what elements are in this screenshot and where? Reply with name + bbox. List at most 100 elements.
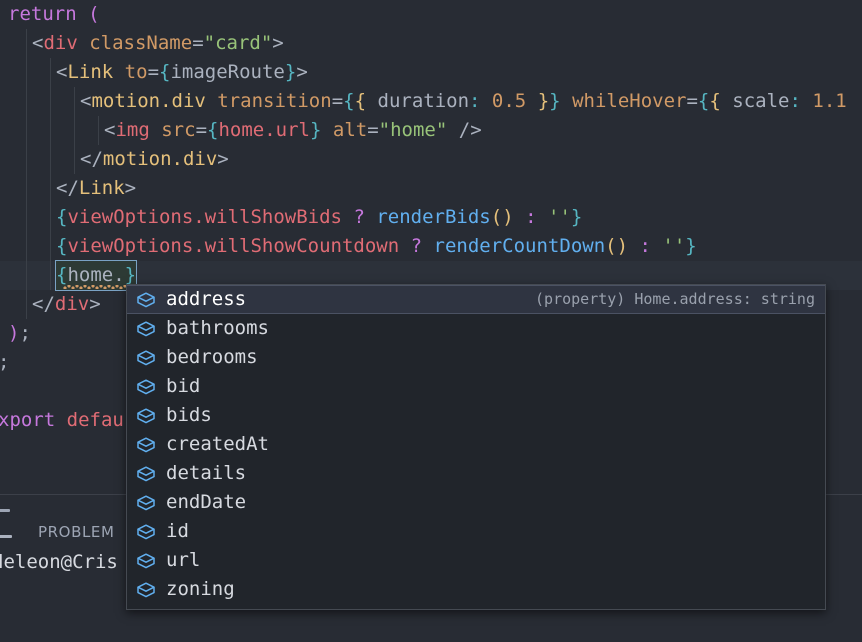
code-token: alt	[332, 119, 368, 141]
property-cube-icon	[135, 580, 157, 600]
code-line[interactable]: {viewOptions.willShowBids ? renderBids()…	[0, 203, 862, 232]
indent-guide	[50, 261, 51, 290]
property-cube-icon	[135, 464, 157, 484]
code-token: </	[56, 177, 79, 199]
code-token: =	[192, 32, 204, 54]
code-token: viewOptions.willShowBids	[67, 206, 342, 228]
editor-selection-box[interactable]: {home.}	[56, 261, 137, 290]
code-token: xport	[0, 409, 56, 431]
code-token: <	[80, 90, 92, 112]
code-token: =	[147, 61, 160, 83]
autocomplete-item[interactable]: address (property) Home.address: string	[127, 285, 825, 314]
code-token: :	[639, 235, 651, 257]
code-line-text: );	[8, 319, 31, 348]
autocomplete-item-label: endDate	[166, 491, 247, 513]
code-token: {	[56, 206, 68, 228]
code-token: return	[8, 3, 77, 25]
property-cube-icon	[135, 377, 157, 397]
code-line[interactable]: </motion.div>	[0, 145, 862, 174]
property-cube-icon	[135, 290, 157, 310]
indent-guide	[26, 87, 27, 116]
code-token: motion.div	[91, 90, 206, 112]
autocomplete-item-label: bedrooms	[166, 346, 258, 368]
indent-guide	[74, 87, 75, 116]
code-token: <	[32, 32, 44, 54]
autocomplete-item[interactable]: bedrooms	[127, 343, 825, 372]
code-token: :	[469, 90, 481, 112]
code-token: {	[56, 264, 68, 286]
code-token: ?	[353, 206, 365, 228]
code-token: imageRoute	[170, 61, 285, 83]
code-token: >	[217, 148, 229, 170]
code-line[interactable]: <div className="card">	[0, 29, 862, 58]
tab-problems[interactable]: PROBLEM	[38, 523, 115, 541]
code-line[interactable]: <img src={home.url} alt="home" />	[0, 116, 862, 145]
code-token: (	[88, 3, 100, 25]
autocomplete-item[interactable]: bathrooms	[127, 314, 825, 343]
vscode-window: return (<div className="card"> <Link to={…	[0, 0, 862, 642]
autocomplete-item-label: bids	[166, 404, 212, 426]
code-token: ;	[19, 322, 31, 344]
property-cube-icon	[135, 551, 157, 571]
code-token: className	[89, 32, 193, 54]
code-token: :	[525, 206, 537, 228]
property-cube-icon	[135, 435, 157, 455]
code-token: :	[789, 90, 801, 112]
code-token: >	[272, 32, 284, 54]
code-token: ;	[0, 351, 9, 373]
code-token: }	[537, 90, 550, 112]
code-token: duration	[377, 90, 470, 112]
autocomplete-item[interactable]: zoning	[127, 575, 825, 604]
code-line[interactable]: </Link>	[0, 174, 862, 203]
code-token: Link	[78, 177, 125, 199]
indent-guide	[50, 174, 51, 203]
code-token: to	[124, 61, 148, 83]
code-token: ()	[605, 235, 629, 257]
autocomplete-item[interactable]: createdAt	[127, 430, 825, 459]
code-token: "card"	[203, 32, 273, 54]
code-line[interactable]: return (	[0, 0, 862, 29]
code-line[interactable]: <motion.div transition={{ duration: 0.5 …	[0, 87, 862, 116]
code-line-text: </motion.div>	[80, 145, 229, 174]
code-token: <	[56, 61, 68, 83]
code-token: )	[8, 322, 20, 344]
indent-guide	[50, 145, 51, 174]
indent-guide	[50, 232, 51, 261]
code-line[interactable]: {viewOptions.willShowCountdown ? renderC…	[0, 232, 862, 261]
code-token: 1.1	[812, 90, 847, 112]
code-line-text: <motion.div transition={{ duration: 0.5 …	[80, 87, 847, 116]
code-token: Link	[67, 61, 114, 83]
code-token: scale	[732, 90, 790, 112]
indent-guide	[26, 174, 27, 203]
code-token: }	[549, 90, 561, 112]
indent-guide	[26, 29, 27, 58]
autocomplete-item[interactable]: url	[127, 546, 825, 575]
code-token: <	[104, 119, 116, 141]
indent-guide	[26, 261, 27, 290]
code-token: home.url	[218, 119, 310, 141]
autocomplete-popup[interactable]: address (property) Home.address: string ba…	[126, 284, 826, 610]
autocomplete-item[interactable]: bids	[127, 401, 825, 430]
autocomplete-item[interactable]: bid	[127, 372, 825, 401]
autocomplete-item[interactable]: id	[127, 517, 825, 546]
code-line-text: </div>	[32, 290, 101, 319]
autocomplete-item[interactable]: endDate	[127, 488, 825, 517]
autocomplete-item[interactable]: details	[127, 459, 825, 488]
code-line[interactable]: <Link to={imageRoute}>	[0, 58, 862, 87]
code-token: }	[685, 235, 697, 257]
